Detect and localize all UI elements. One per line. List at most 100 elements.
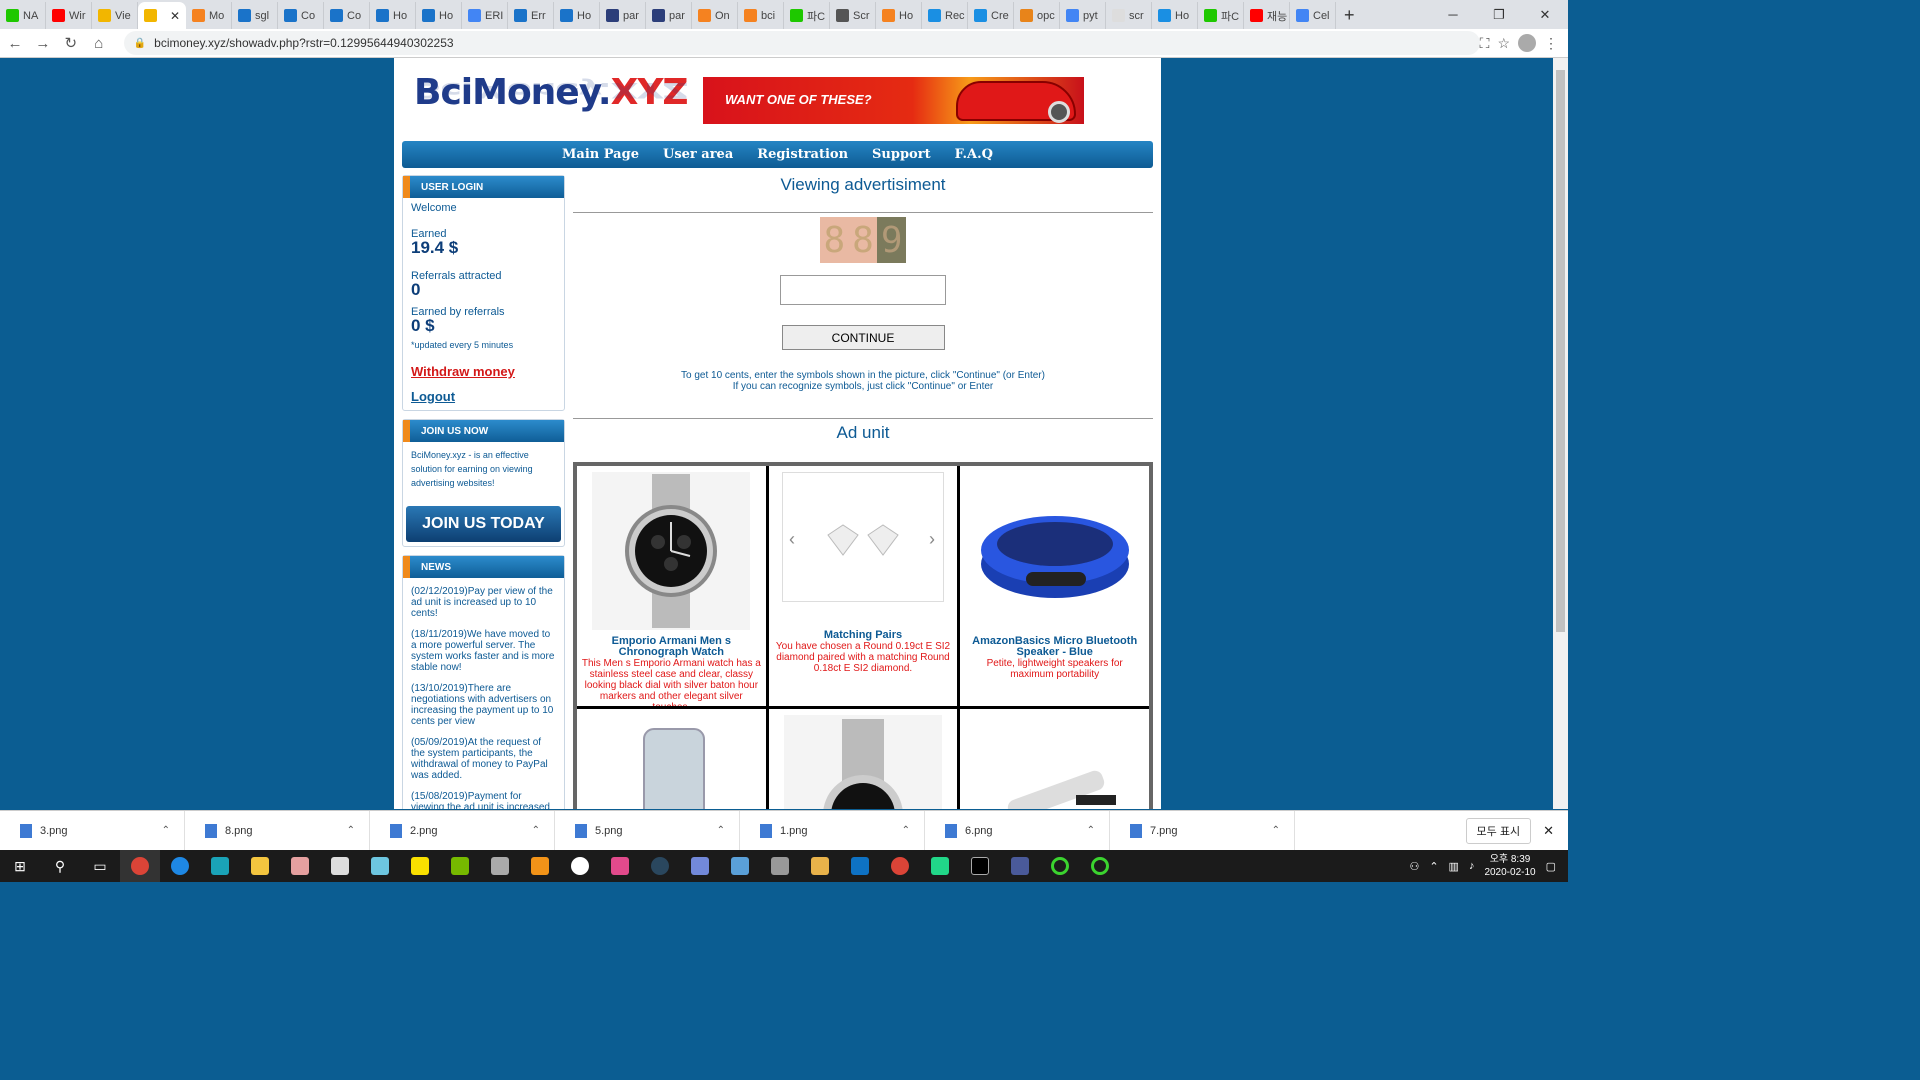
- browser-tab[interactable]: Mo: [186, 2, 232, 29]
- app-icon[interactable]: [1080, 850, 1120, 882]
- browser-tab[interactable]: ERI: [462, 2, 508, 29]
- ad-title[interactable]: Emporio Armani Men s Chronograph Watch: [577, 636, 766, 658]
- pycharm-icon[interactable]: [920, 850, 960, 882]
- page-scrollbar[interactable]: [1553, 58, 1568, 809]
- download-item[interactable]: 6.png ⌃: [925, 810, 1110, 851]
- browser-tab[interactable]: ✕: [138, 2, 186, 29]
- translate-icon[interactable]: ⛶: [1480, 35, 1490, 52]
- app-icon[interactable]: [1000, 850, 1040, 882]
- browser-tab[interactable]: Co: [324, 2, 370, 29]
- search-icon[interactable]: ⚲: [40, 850, 80, 882]
- browser-tab[interactable]: 파C: [784, 2, 830, 29]
- browser-tab[interactable]: Ho: [370, 2, 416, 29]
- ad-card[interactable]: AmazonBasics Micro Bluetooth Speaker - B…: [960, 466, 1149, 706]
- ad-card[interactable]: [577, 709, 766, 809]
- nav-user-area[interactable]: User area: [663, 147, 733, 162]
- browser-tab[interactable]: Cre: [968, 2, 1014, 29]
- browser-tab[interactable]: Err: [508, 2, 554, 29]
- nav-registration[interactable]: Registration: [757, 147, 848, 162]
- browser-tab[interactable]: par: [646, 2, 692, 29]
- browser-tab[interactable]: On: [692, 2, 738, 29]
- ad-card[interactable]: Emporio Armani Men s Chronograph Watch T…: [577, 466, 766, 706]
- nav-main-page[interactable]: Main Page: [562, 147, 639, 162]
- ad-card[interactable]: [960, 709, 1149, 809]
- app-icon[interactable]: [200, 850, 240, 882]
- app-icon[interactable]: [280, 850, 320, 882]
- chevron-up-icon[interactable]: ⌃: [347, 825, 355, 836]
- tab-close-icon[interactable]: ✕: [170, 9, 180, 23]
- scrollbar-thumb[interactable]: [1556, 70, 1565, 632]
- close-icon[interactable]: ✕: [1522, 0, 1568, 29]
- ad-title[interactable]: AmazonBasics Micro Bluetooth Speaker - B…: [960, 636, 1149, 658]
- app-icon[interactable]: [360, 850, 400, 882]
- ad-card[interactable]: [768, 709, 958, 809]
- chevron-up-icon[interactable]: ⌃: [532, 825, 540, 836]
- terminal-icon[interactable]: [960, 850, 1000, 882]
- browser-tab[interactable]: scr: [1106, 2, 1152, 29]
- chrome-icon[interactable]: [120, 850, 160, 882]
- nav-faq[interactable]: F.A.Q: [955, 147, 993, 162]
- chevron-up-icon[interactable]: ⌃: [162, 825, 170, 836]
- address-bar[interactable]: 🔒 bcimoney.xyz/showadv.php?rstr=0.129956…: [123, 31, 1480, 55]
- volume-icon[interactable]: ♪: [1469, 860, 1475, 872]
- network-icon[interactable]: ▥: [1449, 860, 1459, 873]
- folder-icon[interactable]: [240, 850, 280, 882]
- clock[interactable]: 오후 8:39 2020-02-10: [1484, 853, 1535, 879]
- discord-icon[interactable]: [680, 850, 720, 882]
- browser-tab[interactable]: Ho: [554, 2, 600, 29]
- logout-link[interactable]: Logout: [411, 389, 556, 404]
- edge-icon[interactable]: [160, 850, 200, 882]
- steam-icon[interactable]: [640, 850, 680, 882]
- chrome-icon[interactable]: [880, 850, 920, 882]
- browser-tab[interactable]: pyt: [1060, 2, 1106, 29]
- captcha-input[interactable]: [780, 275, 946, 305]
- nav-support[interactable]: Support: [872, 147, 931, 162]
- app-icon[interactable]: [480, 850, 520, 882]
- ad-card[interactable]: ‹ › Matching Pairs You have chosen a Roun…: [768, 466, 958, 706]
- notification-icon[interactable]: ▢: [1546, 860, 1556, 873]
- browser-tab[interactable]: Ho: [416, 2, 462, 29]
- reload-icon[interactable]: ↻: [58, 30, 84, 56]
- bookmark-star-icon[interactable]: ☆: [1497, 35, 1510, 52]
- join-button[interactable]: JOIN US TODAY: [406, 506, 561, 542]
- browser-tab[interactable]: 파C: [1198, 2, 1244, 29]
- new-tab-button[interactable]: +: [1344, 2, 1355, 29]
- browser-tab[interactable]: Co: [278, 2, 324, 29]
- thumbnail-strip[interactable]: [769, 602, 958, 624]
- browser-tab[interactable]: sgl: [232, 2, 278, 29]
- chevron-up-icon[interactable]: ⌃: [1429, 860, 1438, 873]
- sublime-icon[interactable]: [520, 850, 560, 882]
- continue-button[interactable]: CONTINUE: [781, 325, 945, 350]
- browser-tab[interactable]: Scr: [830, 2, 876, 29]
- show-all-button[interactable]: 모두 표시: [1465, 817, 1532, 844]
- download-item[interactable]: 8.png ⌃: [185, 810, 370, 851]
- download-item[interactable]: 5.png ⌃: [555, 810, 740, 851]
- browser-tab[interactable]: Ho: [876, 2, 922, 29]
- task-view-icon[interactable]: ▭: [80, 850, 120, 882]
- people-icon[interactable]: ⚇: [1409, 860, 1419, 873]
- browser-tab[interactable]: 재능: [1244, 2, 1290, 29]
- windows-start-icon[interactable]: ⊞: [0, 850, 40, 882]
- maximize-icon[interactable]: ❐: [1476, 0, 1522, 29]
- chevron-up-icon[interactable]: ⌃: [1087, 825, 1095, 836]
- vscode-icon[interactable]: [840, 850, 880, 882]
- browser-tab[interactable]: Vie: [92, 2, 138, 29]
- app-icon[interactable]: [600, 850, 640, 882]
- unreal-icon[interactable]: [560, 850, 600, 882]
- chevron-up-icon[interactable]: ⌃: [717, 825, 725, 836]
- browser-tab[interactable]: Wir: [46, 2, 92, 29]
- close-icon[interactable]: ✕: [1543, 823, 1554, 839]
- download-item[interactable]: 3.png ⌃: [0, 810, 185, 851]
- browser-tab[interactable]: Ho: [1152, 2, 1198, 29]
- menu-icon[interactable]: ⋮: [1544, 35, 1558, 52]
- profile-avatar[interactable]: [1518, 34, 1536, 52]
- ad-banner[interactable]: WANT ONE OF THESE?: [703, 77, 1084, 124]
- download-item[interactable]: 2.png ⌃: [370, 810, 555, 851]
- browser-tab[interactable]: Cel: [1290, 2, 1336, 29]
- chevron-up-icon[interactable]: ⌃: [902, 825, 910, 836]
- download-item[interactable]: 7.png ⌃: [1110, 810, 1295, 851]
- nvidia-icon[interactable]: [440, 850, 480, 882]
- download-item[interactable]: 1.png ⌃: [740, 810, 925, 851]
- browser-tab[interactable]: NA: [0, 2, 46, 29]
- browser-tab[interactable]: bci: [738, 2, 784, 29]
